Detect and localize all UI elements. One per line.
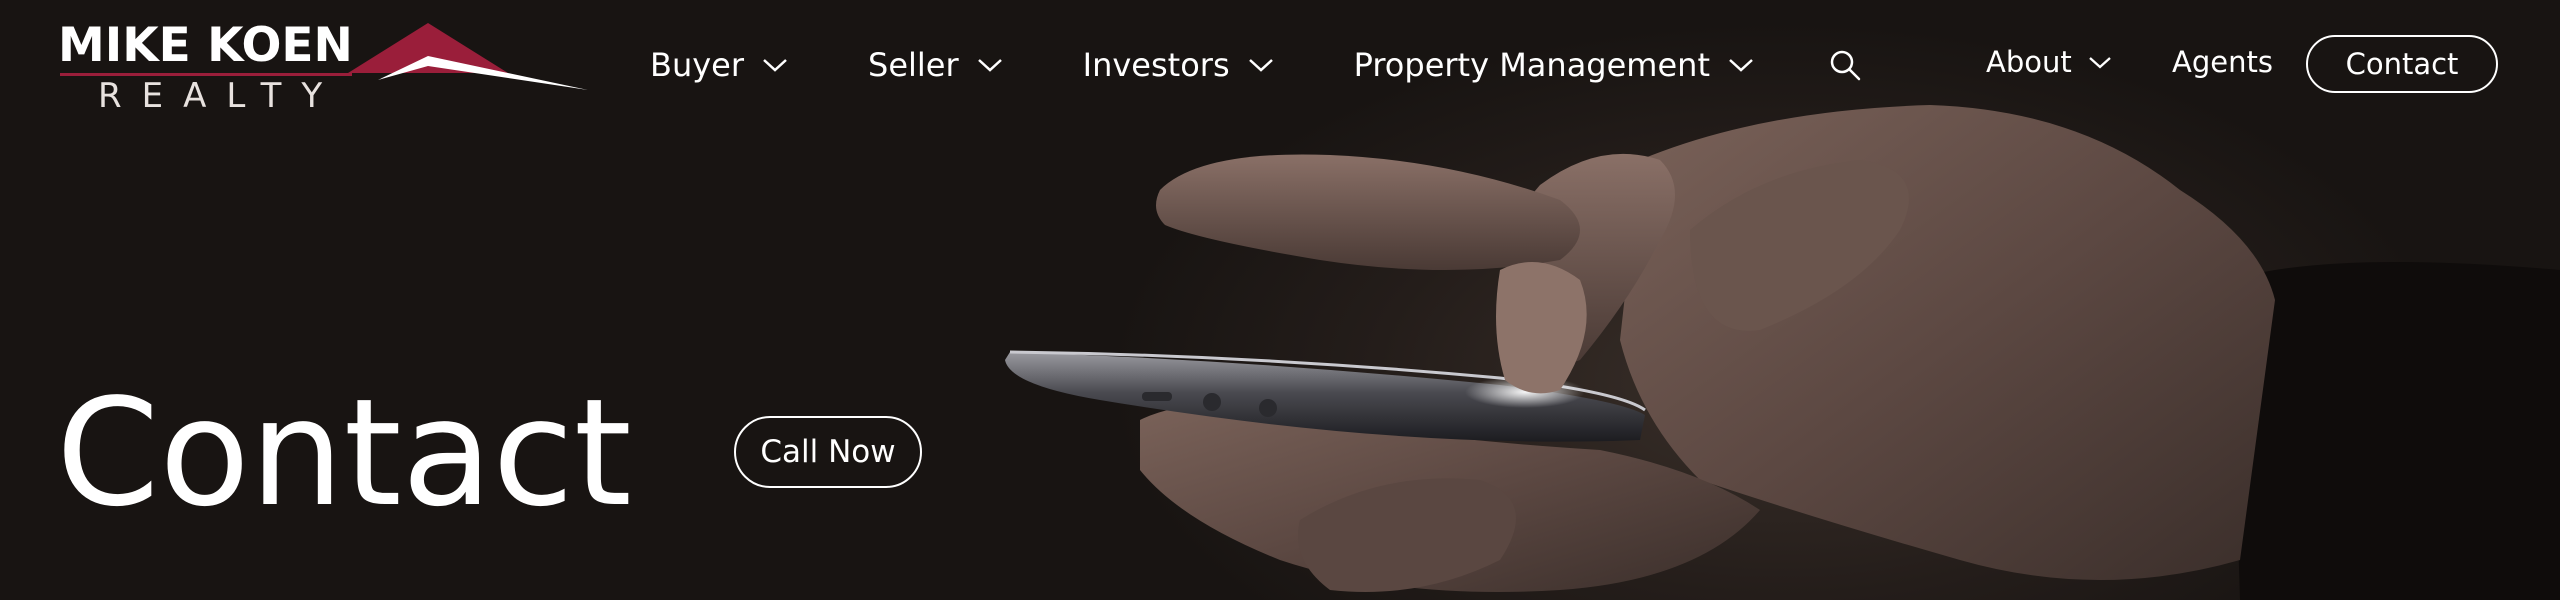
search-icon[interactable] [1828, 48, 1862, 82]
nav-item-agents[interactable]: Agents [2172, 45, 2273, 79]
chevron-down-icon [1248, 59, 1273, 72]
nav-item-about[interactable]: About [1986, 45, 2112, 79]
nav-item-investors[interactable]: Investors [1083, 46, 1274, 84]
brand-logo[interactable]: MIKE KOEN REALTY [58, 18, 588, 118]
chevron-down-icon [1729, 59, 1753, 72]
chevron-down-icon [2088, 56, 2111, 69]
brand-subtitle: REALTY [98, 76, 343, 116]
nav-item-label: Investors [1082, 46, 1230, 84]
nav-item-label: Property Management [1353, 46, 1710, 84]
chevron-down-icon [977, 59, 1002, 72]
nav-item-buyer[interactable]: Buyer [650, 46, 788, 84]
main-navigation: Buyer Seller Investors Property Manageme… [650, 40, 1834, 90]
nav-item-seller[interactable]: Seller [868, 46, 1003, 84]
nav-item-label: Buyer [650, 46, 745, 84]
page-title: Contact [56, 367, 632, 539]
nav-item-label: About [1986, 45, 2072, 79]
chevron-down-icon [763, 59, 787, 72]
nav-item-property-management[interactable]: Property Management [1354, 46, 1754, 84]
call-now-button[interactable]: Call Now [734, 416, 922, 488]
nav-item-label: Seller [868, 46, 959, 84]
roof-icon [348, 23, 588, 90]
brand-name: MIKE KOEN [58, 18, 353, 73]
hero-section: MIKE KOEN REALTY Buyer Seller Investors … [0, 0, 2560, 600]
contact-button[interactable]: Contact [2306, 35, 2498, 93]
